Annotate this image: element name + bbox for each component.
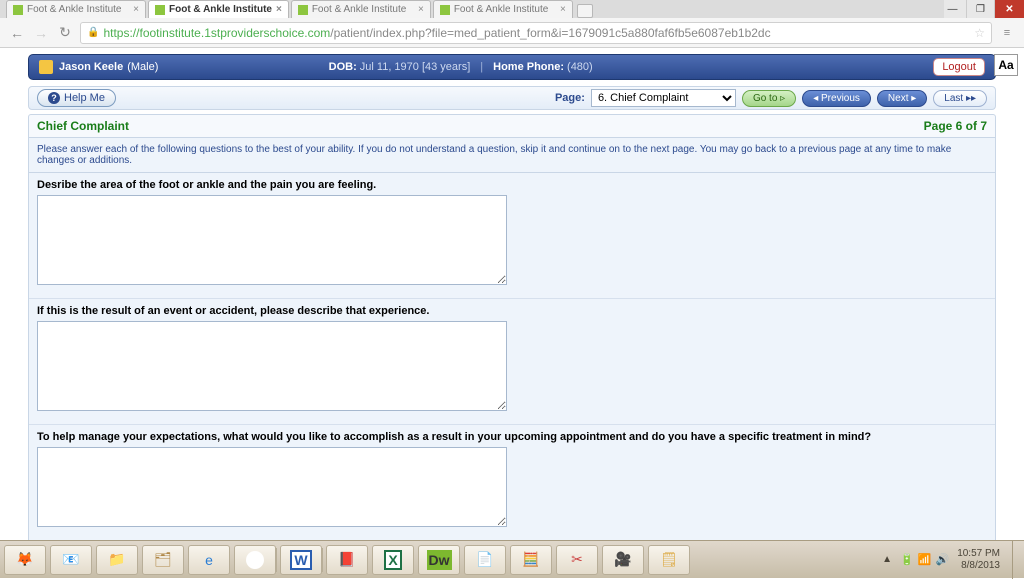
section-title: Chief Complaint xyxy=(37,119,129,133)
taskbar-clock[interactable]: 10:57 PM 8/8/2013 xyxy=(957,548,1000,572)
forward-button[interactable]: → xyxy=(32,24,50,42)
lock-icon: 🔒 xyxy=(87,27,99,38)
reload-button[interactable]: ↻ xyxy=(56,24,74,42)
window-close[interactable] xyxy=(994,0,1024,18)
favicon-icon xyxy=(440,5,450,15)
page-number: Page 6 of 7 xyxy=(924,119,987,133)
tab-title: Foot & Ankle Institute xyxy=(169,4,272,15)
question-label-3: To help manage your expectations, what w… xyxy=(37,431,987,443)
page-nav-bar: Help Me Page: 6. Chief Complaint Go to ▹… xyxy=(28,86,996,110)
taskbar-acrobat[interactable]: 📕 xyxy=(326,545,368,575)
text-size-widget[interactable]: Aa xyxy=(994,54,1018,76)
tray-volume-icon[interactable]: 🔊 xyxy=(935,553,949,566)
phone-label: Home Phone: xyxy=(493,61,564,73)
close-tab-icon[interactable]: × xyxy=(133,4,139,15)
page-content: Jason Keele (Male) DOB:Jul 11, 1970 [43 … xyxy=(0,48,1024,540)
close-tab-icon[interactable]: × xyxy=(418,4,424,15)
dob-label: DOB: xyxy=(329,61,357,73)
instructions-text: Please answer each of the following ques… xyxy=(28,138,996,173)
taskbar-word[interactable]: W xyxy=(280,545,322,575)
taskbar-explorer[interactable]: 📁 xyxy=(96,545,138,575)
tab-title: Foot & Ankle Institute xyxy=(27,4,122,15)
last-button[interactable]: Last ▸▸ xyxy=(933,90,987,107)
favicon-icon xyxy=(155,5,165,15)
browser-tab[interactable]: Foot & Ankle Institute × xyxy=(6,0,146,18)
tab-title: Foot & Ankle Institute xyxy=(312,4,407,15)
patient-gender: (Male) xyxy=(127,61,158,73)
logout-button[interactable]: Logout xyxy=(933,58,985,76)
clock-time: 10:57 PM xyxy=(957,548,1000,560)
browser-tab[interactable]: Foot & Ankle Institute × xyxy=(291,0,431,18)
taskbar-libraries[interactable]: 🗂 xyxy=(142,545,184,575)
show-desktop-button[interactable] xyxy=(1012,541,1020,579)
taskbar-firefox[interactable]: 🦊 xyxy=(4,545,46,575)
taskbar-sticky[interactable]: 🗒 xyxy=(648,545,690,575)
back-button[interactable]: ← xyxy=(8,24,26,42)
section-header: Chief Complaint Page 6 of 7 xyxy=(28,114,996,138)
url-path: /patient/index.php?file=med_patient_form… xyxy=(330,26,770,40)
help-label: Help Me xyxy=(64,92,105,104)
tray-show-hidden-icon[interactable]: ▲ xyxy=(882,554,892,565)
answer-textarea-1[interactable] xyxy=(37,195,507,285)
tray-battery-icon[interactable]: 🔋 xyxy=(900,553,914,566)
question-label-2: If this is the result of an event or acc… xyxy=(37,305,987,317)
taskbar-excel[interactable]: X xyxy=(372,545,414,575)
answer-textarea-2[interactable] xyxy=(37,321,507,411)
browser-tab[interactable]: Foot & Ankle Institute × xyxy=(433,0,573,18)
form-body: Desribe the area of the foot or ankle an… xyxy=(28,173,996,540)
question-label-1: Desribe the area of the foot or ankle an… xyxy=(37,179,987,191)
taskbar-snip[interactable]: ✂ xyxy=(556,545,598,575)
system-tray: ▲ 🔋 📶 🔊 10:57 PM 8/8/2013 xyxy=(882,548,1008,572)
close-tab-icon[interactable]: × xyxy=(276,4,282,15)
patient-header: Jason Keele (Male) DOB:Jul 11, 1970 [43 … xyxy=(28,54,996,80)
bookmark-star-icon[interactable]: ☆ xyxy=(974,26,985,40)
separator: | xyxy=(480,61,483,73)
browser-tab-strip: Foot & Ankle Institute × Foot & Ankle Ins… xyxy=(0,0,944,18)
clock-date: 8/8/2013 xyxy=(957,560,1000,572)
windows-taskbar: 🦊 📧 📁 🗂 e W 📕 X Dw 📄 🧮 ✂ 🎥 🗒 ▲ 🔋 📶 🔊 10:… xyxy=(0,540,1024,578)
taskbar-ie[interactable]: e xyxy=(188,545,230,575)
close-tab-icon[interactable]: × xyxy=(560,4,566,15)
dob-value: Jul 11, 1970 [43 years] xyxy=(360,61,470,73)
address-bar[interactable]: 🔒 https://footinstitute.1stproviderschoi… xyxy=(80,22,992,44)
phone-value: (480) xyxy=(567,61,593,73)
taskbar-dreamweaver[interactable]: Dw xyxy=(418,545,460,575)
answer-textarea-3[interactable] xyxy=(37,447,507,527)
url-host: footinstitute.1stproviderschoice.com xyxy=(139,26,330,40)
help-button[interactable]: Help Me xyxy=(37,89,116,107)
taskbar-calculator[interactable]: 🧮 xyxy=(510,545,552,575)
new-tab-button[interactable] xyxy=(577,4,593,18)
browser-tab[interactable]: Foot & Ankle Institute × xyxy=(148,0,289,18)
browser-toolbar: ← → ↻ 🔒 https://footinstitute.1stprovide… xyxy=(0,18,1024,48)
chrome-menu-button[interactable]: ≡ xyxy=(998,24,1016,42)
taskbar-outlook[interactable]: 📧 xyxy=(50,545,92,575)
patient-avatar-icon xyxy=(39,60,53,74)
window-maximize[interactable] xyxy=(966,0,994,18)
page-select-dropdown[interactable]: 6. Chief Complaint xyxy=(591,89,736,107)
taskbar-notepad[interactable]: 📄 xyxy=(464,545,506,575)
previous-button[interactable]: ◂ Previous xyxy=(802,90,871,107)
page-select-label: Page: xyxy=(555,92,585,104)
tray-network-icon[interactable]: 📶 xyxy=(918,553,932,566)
favicon-icon xyxy=(13,5,23,15)
patient-name: Jason Keele xyxy=(59,61,123,73)
taskbar-chrome[interactable] xyxy=(234,545,276,575)
url-protocol: https:// xyxy=(103,26,139,40)
favicon-icon xyxy=(298,5,308,15)
tab-title: Foot & Ankle Institute xyxy=(454,4,549,15)
taskbar-camtasia[interactable]: 🎥 xyxy=(602,545,644,575)
next-button[interactable]: Next ▸ xyxy=(877,90,927,107)
goto-button[interactable]: Go to ▹ xyxy=(742,90,796,107)
